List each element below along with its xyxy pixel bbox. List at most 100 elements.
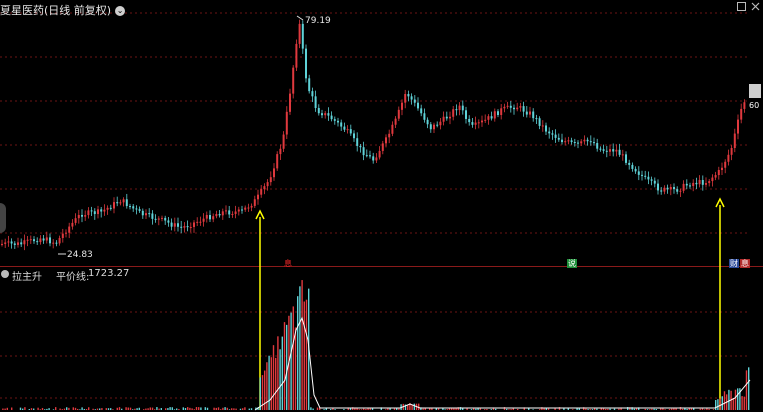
candle-body	[497, 111, 499, 115]
volume-bar	[171, 407, 173, 410]
volume-bar	[217, 407, 220, 410]
event-marker-3[interactable]: 财	[729, 259, 739, 268]
candle-body	[407, 94, 410, 97]
candle-body	[327, 113, 330, 116]
volume-bar	[389, 408, 391, 410]
candle-body	[423, 113, 426, 120]
volume-bar	[734, 389, 737, 410]
candle-body	[557, 137, 560, 140]
maximize-icon[interactable]	[737, 2, 746, 11]
volume-bar	[2, 408, 4, 410]
candle-body	[625, 154, 627, 163]
candle-body	[170, 222, 173, 227]
volume-bar	[503, 407, 506, 410]
volume-bar	[24, 407, 26, 410]
candle-body	[273, 168, 275, 178]
volume-bar	[46, 408, 48, 410]
event-marker-2[interactable]: 说	[567, 259, 577, 268]
indicator-icon[interactable]	[1, 270, 9, 278]
volume-bar	[591, 409, 594, 410]
volume-bar	[66, 407, 68, 410]
candle-body	[189, 227, 192, 229]
high-pointer	[296, 15, 304, 21]
candle-body	[426, 119, 429, 125]
volume-bar	[242, 408, 244, 410]
volume-bar	[270, 357, 272, 410]
volume-bar	[61, 409, 63, 410]
volume-bar	[149, 407, 151, 410]
volume-bar	[470, 409, 473, 410]
volume-bar	[547, 408, 550, 410]
candle-body	[436, 124, 439, 126]
volume-bar	[607, 408, 609, 410]
candle-body	[295, 43, 298, 68]
candle-body	[17, 242, 19, 245]
chevron-down-icon[interactable]: ⌄	[115, 6, 126, 16]
candle-body	[529, 111, 531, 115]
candle-body	[679, 190, 682, 192]
candle-body	[333, 119, 336, 121]
candle-body	[29, 239, 32, 241]
candle-body	[500, 108, 503, 115]
indicator-name: 拉主升	[12, 272, 42, 283]
volume-bar	[596, 408, 598, 410]
candle-body	[45, 237, 48, 241]
candle-body	[535, 118, 538, 120]
volume-bar	[686, 408, 688, 410]
volume-bar	[528, 408, 530, 410]
volume-bar	[486, 409, 488, 410]
volume-bar	[699, 408, 701, 410]
candle-body	[737, 119, 739, 134]
volume-bar	[116, 407, 118, 410]
candle-body	[458, 105, 461, 111]
candle-body	[577, 142, 579, 144]
candle-body	[391, 124, 394, 134]
volume-bar	[510, 409, 512, 410]
candle-body	[180, 226, 183, 228]
candle-body	[477, 122, 480, 124]
candle-body	[282, 134, 285, 149]
volume-bar	[712, 409, 715, 410]
volume-bar	[145, 408, 147, 410]
low-price-label: 24.83	[67, 250, 93, 260]
volume-bar	[248, 408, 250, 410]
stock-chart[interactable]: 79.19 24.83	[0, 0, 763, 412]
candle-body	[71, 222, 74, 227]
candle-body	[394, 118, 397, 125]
volume-bar	[343, 409, 345, 410]
panel-collapse-handle[interactable]	[0, 203, 6, 233]
candle-body	[241, 209, 243, 211]
candle-body	[231, 213, 234, 215]
candle-body	[730, 147, 733, 155]
candle-body	[292, 67, 295, 94]
candle-body	[4, 242, 7, 244]
candle-body	[129, 206, 131, 208]
candle-body	[468, 118, 471, 123]
close-icon[interactable]	[751, 2, 760, 11]
candle-body	[125, 199, 128, 207]
candle-body	[545, 125, 547, 132]
volume-bar	[250, 408, 253, 410]
event-marker-4[interactable]: 息	[740, 259, 750, 268]
volume-bar	[349, 408, 352, 410]
candle-body	[413, 99, 416, 103]
volume-bar	[107, 408, 110, 410]
volume-bar	[398, 408, 400, 410]
volume-bar	[330, 408, 332, 410]
candle-body	[609, 149, 611, 152]
volume-bar	[305, 299, 308, 410]
volume-bar	[367, 408, 369, 410]
candle-body	[439, 121, 442, 126]
candle-body	[308, 78, 311, 92]
volume-bar	[732, 397, 734, 410]
candle-body	[337, 120, 339, 123]
candle-body	[362, 147, 365, 156]
volume-bar	[633, 408, 635, 410]
volume-bar	[297, 296, 299, 410]
candle-body	[97, 209, 99, 215]
candle-body	[215, 214, 218, 217]
volume-bar	[226, 407, 228, 410]
event-marker-1[interactable]: 息	[283, 259, 293, 268]
volume-bar	[193, 409, 195, 410]
candle-body	[506, 105, 509, 107]
